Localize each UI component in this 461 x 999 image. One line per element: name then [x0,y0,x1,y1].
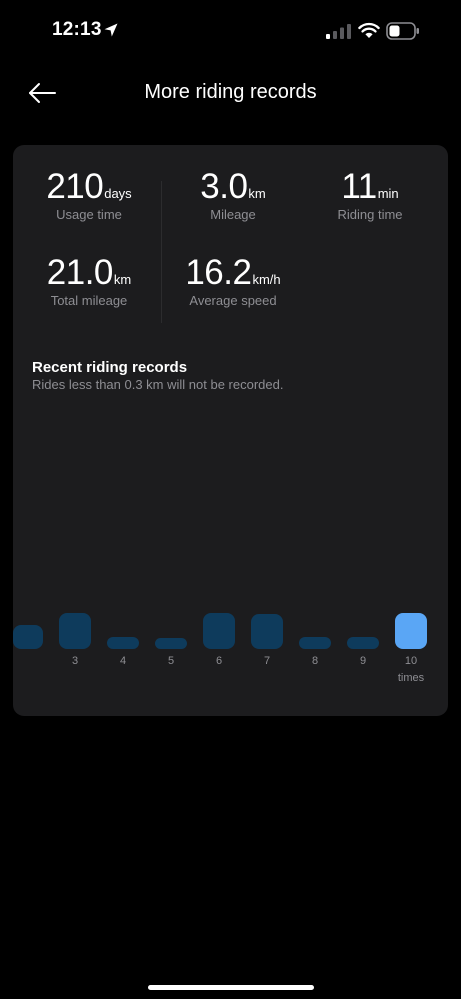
chart-bar-7[interactable] [251,614,283,649]
stat-unit: km [248,186,266,201]
stat-label: Mileage [210,207,256,222]
wifi-icon [358,22,380,38]
recent-records-subtitle: Rides less than 0.3 km will not be recor… [32,377,284,392]
chart-bar-3[interactable] [59,613,91,649]
chart-tick-label: 10 [404,655,418,667]
chart-bar-9[interactable] [347,637,379,649]
chart-bar-4[interactable] [107,637,139,649]
stat-value: 3.0 [200,167,248,206]
chart-tick-label: 6 [215,655,223,667]
stat-value: 210 [46,167,104,206]
stat-riding-time: 11min Riding time [320,167,420,222]
page-title: More riding records [144,81,317,103]
chart-tick-label: 4 [119,655,127,667]
chart-unit-label: times [397,672,425,684]
stat-usage-time: 210days Usage time [39,167,139,222]
recent-records-title: Recent riding records [32,359,188,376]
chart-tick-label: 3 [71,655,79,667]
stat-value: 11 [341,167,377,206]
stat-label: Average speed [189,293,277,308]
stat-average-speed: 16.2km/h Average speed [178,253,288,308]
chart-bar-6[interactable] [203,613,235,649]
chart-bar-8[interactable] [299,637,331,649]
stat-value: 16.2 [185,253,252,292]
stat-value: 21.0 [46,253,114,292]
cellular-signal-icon [326,24,351,39]
stat-unit: min [377,186,399,201]
chart-tick-label: 5 [167,655,175,667]
stat-total-mileage: 21.0km Total mileage [39,253,139,308]
stat-divider [161,181,162,323]
stat-label: Usage time [56,207,122,222]
stat-mileage: 3.0km Mileage [183,167,283,222]
chart-tick-label: 7 [263,655,271,667]
chart-bar-10[interactable] [395,613,427,649]
stat-unit: km [113,272,132,287]
home-indicator [148,985,314,990]
stat-label: Total mileage [50,293,128,308]
chart-tick-label: 9 [359,655,367,667]
riding-stats-card: 210days Usage time 3.0km Mileage 11min R… [13,145,448,716]
chart-bar-5[interactable] [155,638,187,649]
location-arrow-icon [104,23,118,37]
status-time: 12:13 [52,19,102,40]
stat-unit: km/h [252,272,281,287]
stat-label: Riding time [337,207,403,222]
battery-icon [386,22,419,40]
chart-bar-2[interactable] [13,625,43,649]
stat-unit: days [104,186,132,201]
chart-tick-label: 8 [311,655,319,667]
status-bar: 12:13 [0,0,461,60]
recent-rides-chart[interactable]: 3 4 5 6 7 8 9 10 times [13,595,448,705]
